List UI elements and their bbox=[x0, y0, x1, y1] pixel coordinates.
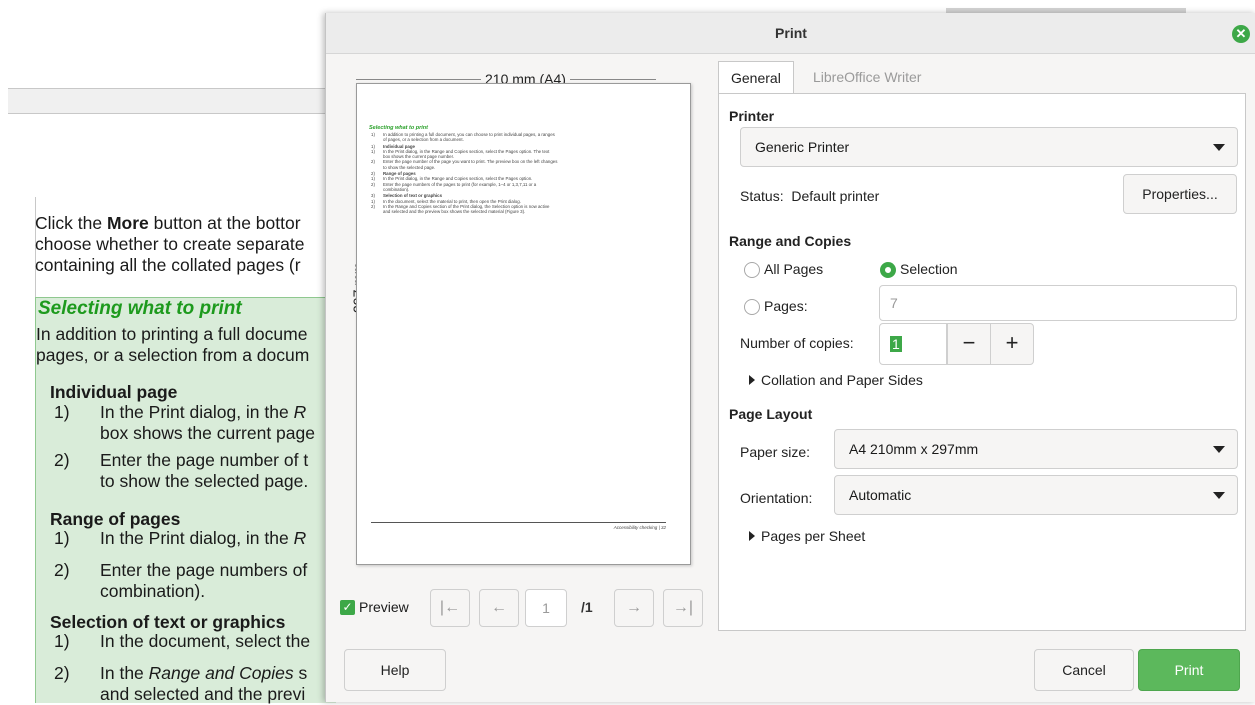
document-subheading: Individual page bbox=[50, 382, 178, 402]
all-pages-radio[interactable] bbox=[744, 262, 760, 278]
printer-select[interactable]: Generic Printer bbox=[740, 127, 1238, 167]
document-list-item: 2) Enter the page number of t to show the… bbox=[54, 450, 309, 491]
cancel-button[interactable]: Cancel bbox=[1034, 649, 1134, 691]
general-tab-panel: Printer Generic Printer Status: Default … bbox=[718, 93, 1246, 631]
previous-page-button[interactable]: ← bbox=[479, 589, 519, 627]
orientation-select[interactable]: Automatic bbox=[834, 475, 1238, 515]
all-pages-label[interactable]: All Pages bbox=[764, 261, 823, 277]
paragraph-line: containing all the collated pages (r bbox=[35, 255, 301, 275]
next-page-button[interactable]: → bbox=[614, 589, 654, 627]
selection-label[interactable]: Selection bbox=[900, 261, 958, 277]
document-list-item: 2) Enter the page numbers of combination)… bbox=[54, 560, 308, 601]
last-page-button[interactable]: →| bbox=[663, 589, 703, 627]
first-page-button[interactable]: |← bbox=[430, 589, 470, 627]
preview-checkbox[interactable]: ✓ bbox=[340, 600, 355, 615]
copies-input[interactable]: 1 bbox=[879, 323, 947, 365]
preview-line-text: and selected and the preview box shows t… bbox=[383, 209, 526, 215]
paper-size-select[interactable]: A4 210mm x 297mm bbox=[834, 429, 1238, 469]
help-button[interactable]: Help bbox=[344, 649, 446, 691]
print-button[interactable]: Print bbox=[1138, 649, 1240, 691]
preview-heading: Selecting what to print bbox=[369, 125, 428, 131]
document-list-item: 2) In the Range and Copies s and selected… bbox=[54, 663, 308, 704]
close-icon[interactable]: ✕ bbox=[1232, 25, 1250, 43]
document-ruler bbox=[8, 88, 338, 114]
expander-triangle-icon bbox=[749, 531, 755, 541]
preview-footer-line bbox=[371, 522, 666, 523]
chevron-down-icon bbox=[1213, 492, 1225, 499]
orientation-label: Orientation: bbox=[740, 490, 813, 506]
dialog-title: Print bbox=[775, 25, 807, 41]
document-highlighted-section: Selecting what to print In addition to p… bbox=[35, 297, 336, 704]
paragraph-line: choose whether to create separate bbox=[35, 234, 305, 254]
preview-text-line: of pages, or a selection from a document… bbox=[371, 137, 661, 142]
preview-line-text: In the Range and Copies section of the P… bbox=[383, 203, 550, 209]
preview-line-number: 2) bbox=[371, 159, 375, 165]
preview-line-text: In the Print dialog, in the Range and Co… bbox=[383, 148, 550, 154]
collation-expander[interactable]: Collation and Paper Sides bbox=[749, 372, 923, 388]
preview-line-text: of pages, or a selection from a document… bbox=[383, 137, 464, 143]
preview-line-text: Range of pages bbox=[383, 171, 416, 177]
range-section-title: Range and Copies bbox=[729, 233, 852, 249]
preview-text-line: and selected and the preview box shows t… bbox=[371, 209, 661, 214]
printer-section-title: Printer bbox=[729, 108, 775, 124]
chevron-down-icon bbox=[1213, 446, 1225, 453]
selection-radio[interactable] bbox=[880, 262, 896, 278]
decrease-copies-button[interactable]: − bbox=[947, 323, 991, 365]
preview-body-text: 1) In addition to printing a full documen… bbox=[371, 132, 661, 214]
preview-text-line: combination). bbox=[371, 187, 661, 192]
preview-line-text: combination). bbox=[383, 186, 410, 192]
chevron-down-icon bbox=[1213, 144, 1225, 151]
preview-line-text: Enter the page number of the page you wa… bbox=[383, 159, 558, 165]
printer-status: Status: Default printer bbox=[740, 188, 880, 204]
preview-line-text: box shows the current page number. bbox=[383, 154, 455, 160]
paper-size-label: Paper size: bbox=[740, 444, 811, 460]
document-list-item: 1) In the document, select the bbox=[54, 631, 311, 651]
pages-radio[interactable] bbox=[744, 299, 760, 315]
document-paragraph: Click the More button at the bottor choo… bbox=[35, 213, 335, 276]
preview-line-text: In the document, select the material to … bbox=[383, 198, 521, 204]
document-intro: In addition to printing a full docume pa… bbox=[36, 324, 310, 365]
preview-line-text: Selection of text or graphics bbox=[383, 193, 443, 199]
preview-line-text: Individual page bbox=[383, 143, 415, 149]
page-total-label: /1 bbox=[581, 599, 593, 615]
document-subheading: Selection of text or graphics bbox=[50, 612, 286, 632]
page-layout-section-title: Page Layout bbox=[729, 406, 813, 422]
expander-triangle-icon bbox=[749, 375, 755, 385]
pages-per-sheet-expander[interactable]: Pages per Sheet bbox=[749, 528, 865, 544]
document-list-item: 1) In the Print dialog, in the R box show… bbox=[54, 402, 315, 443]
tab-general[interactable]: General bbox=[718, 61, 794, 94]
preview-footer: Accessibility checking | 32 bbox=[613, 525, 666, 530]
preview-line-text: Enter the page numbers of the pages to p… bbox=[383, 181, 537, 187]
paragraph-line: Click the More button at the bottor bbox=[35, 213, 301, 233]
properties-button[interactable]: Properties... bbox=[1123, 174, 1237, 214]
preview-text-line: to show the selected page. bbox=[371, 165, 661, 170]
document-list-item: 1) In the Print dialog, in the R bbox=[54, 528, 307, 548]
print-preview-page: Selecting what to print 1) In addition to… bbox=[356, 83, 691, 565]
preview-line-text: In the Print dialog, in the Range and Co… bbox=[383, 176, 533, 182]
dialog-titlebar: Print ✕ bbox=[326, 13, 1255, 54]
pages-label[interactable]: Pages: bbox=[764, 298, 808, 314]
document-subheading: Range of pages bbox=[50, 509, 181, 529]
tab-libreoffice-writer[interactable]: LibreOffice Writer bbox=[801, 61, 933, 93]
page-number-input[interactable]: 1 bbox=[525, 589, 567, 627]
increase-copies-button[interactable]: + bbox=[990, 323, 1034, 365]
pages-input[interactable]: 7 bbox=[879, 285, 1237, 321]
preview-line-text: In addition to printing a full document,… bbox=[383, 132, 555, 137]
copies-label: Number of copies: bbox=[740, 335, 854, 351]
print-dialog: Print ✕ 210 mm (A4) 297 mm Selecting wha… bbox=[325, 13, 1255, 702]
preview-checkbox-label[interactable]: Preview bbox=[359, 599, 409, 615]
document-section-heading: Selecting what to print bbox=[38, 298, 242, 319]
preview-line-text: to show the selected page. bbox=[383, 164, 436, 170]
